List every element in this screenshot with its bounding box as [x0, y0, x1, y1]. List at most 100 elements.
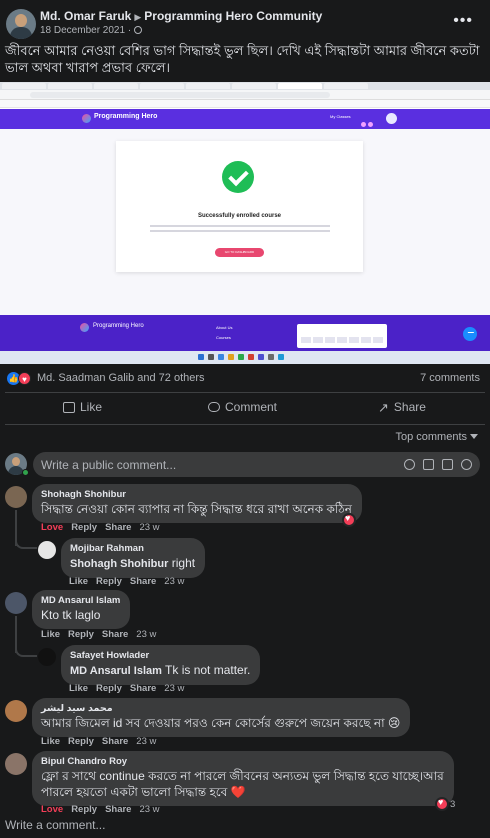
- like-comment-button[interactable]: Like: [41, 629, 60, 640]
- post-author-name[interactable]: Md. Omar Faruk: [40, 9, 131, 23]
- comment-actions: Love Reply Share 23 w: [41, 522, 168, 533]
- post-actions: Like Comment ↗ Share: [0, 398, 490, 420]
- emoji-icon[interactable]: [404, 459, 415, 470]
- reply-button[interactable]: Reply: [68, 736, 94, 747]
- gif-icon[interactable]: [442, 459, 453, 470]
- reply-avatar[interactable]: [38, 648, 56, 666]
- ph-logo-icon: [82, 114, 91, 123]
- reactors-text[interactable]: Md. Saadman Galib and 72 others: [37, 372, 205, 384]
- love-reaction-badge-icon[interactable]: [435, 797, 449, 811]
- reply-text: Shohagh Shohibur right: [70, 556, 195, 572]
- comments-count[interactable]: 7 comments: [420, 372, 480, 384]
- camera-icon[interactable]: [423, 459, 434, 470]
- comment-actions: Like Reply Share 23 w: [41, 736, 164, 747]
- comment-age[interactable]: 23 w: [136, 736, 156, 747]
- commenter-avatar[interactable]: [5, 700, 27, 722]
- comment-bubble: محمد سيد ليشر আমার জিমেল id সব দেওয়ার প…: [32, 698, 411, 737]
- windows-taskbar: [0, 351, 490, 364]
- like-comment-button[interactable]: Like: [69, 683, 88, 694]
- sort-label: Top comments: [395, 431, 467, 443]
- browser-tabs: [0, 82, 490, 90]
- comment-text: সিদ্ধান্ত নেওয়া কোন ব্যাপার না কিন্তু স…: [41, 502, 352, 516]
- comment-input[interactable]: [41, 457, 371, 472]
- reaction-count[interactable]: 3: [450, 799, 455, 810]
- dashboard-button: GO TO DASHBOARD: [215, 248, 264, 257]
- comment-text: Kto tk laglo: [41, 608, 101, 622]
- love-button[interactable]: Love: [41, 804, 63, 815]
- sticker-icon[interactable]: [461, 459, 472, 470]
- share-comment-button[interactable]: Share: [130, 576, 156, 587]
- share-comment-button[interactable]: Share: [105, 804, 131, 815]
- write-comment-link[interactable]: Write a comment...: [5, 818, 105, 832]
- check-circle-icon: [222, 161, 254, 193]
- reply-button[interactable]: Reply: [71, 522, 97, 533]
- ph-brand: Programming Hero: [94, 113, 158, 120]
- group-name[interactable]: Programming Hero Community: [144, 9, 322, 23]
- reply-avatar[interactable]: [38, 541, 56, 559]
- replier-name[interactable]: Safayet Howlader: [70, 650, 250, 661]
- author-avatar[interactable]: [6, 9, 36, 39]
- commenter-name[interactable]: Bipul Chandro Roy: [41, 756, 444, 767]
- payment-methods: [297, 324, 387, 348]
- love-button[interactable]: Love: [41, 522, 63, 533]
- comment-age[interactable]: 23 w: [139, 522, 159, 533]
- ph-main: Successfully enrolled course GO TO DASHB…: [0, 129, 490, 315]
- comment-sort-dropdown[interactable]: Top comments: [395, 431, 478, 443]
- like-comment-button[interactable]: Like: [69, 576, 88, 587]
- share-comment-button[interactable]: Share: [102, 629, 128, 640]
- commenter-name[interactable]: Shohagh Shohibur: [41, 489, 352, 500]
- share-comment-button[interactable]: Share: [105, 522, 131, 533]
- divider: [5, 424, 485, 425]
- enroll-card: Successfully enrolled course GO TO DASHB…: [116, 141, 363, 272]
- comment-age[interactable]: 23 w: [164, 683, 184, 694]
- like-comment-button[interactable]: Like: [41, 736, 60, 747]
- comment-composer[interactable]: [33, 452, 480, 477]
- reply-button[interactable]: Reply: [96, 576, 122, 587]
- reply-button[interactable]: Reply: [96, 683, 122, 694]
- tagged-user[interactable]: Shohagh Shohibur: [70, 558, 168, 570]
- reply-bubble: Safayet Howlader MD Ansarul Islam Tk is …: [61, 645, 261, 685]
- comment-text-line: পারলে হয়তো একটা ভালো সিদ্ধান্ত হবে ❤️: [41, 785, 246, 799]
- ph-nav-icons: [361, 115, 375, 127]
- reply-button[interactable]: Reply: [71, 804, 97, 815]
- share-label: Share: [393, 400, 426, 414]
- reply-body: Tk is not matter.: [165, 663, 251, 677]
- reactions-summary[interactable]: 👍 ♥ Md. Saadman Galib and 72 others 7 co…: [7, 372, 483, 386]
- comment-bubble: Bipul Chandro Roy ফ্লো র সাথে continue ক…: [32, 751, 454, 806]
- comment-label: Comment: [225, 400, 278, 414]
- commenter-avatar[interactable]: [5, 486, 27, 508]
- ph-footer-link: Courses: [216, 335, 231, 340]
- more-options-icon[interactable]: •••: [453, 12, 473, 30]
- reply-actions: Like Reply Share 23 w: [69, 576, 192, 587]
- divider: [5, 392, 485, 393]
- commenter-name[interactable]: محمد سيد ليشر: [41, 703, 400, 714]
- reply-text: MD Ansarul Islam Tk is not matter.: [70, 663, 250, 679]
- post-date[interactable]: 18 December 2021: [40, 25, 125, 36]
- comment-age[interactable]: 23 w: [164, 576, 184, 587]
- like-label: Like: [80, 400, 103, 414]
- reply-button[interactable]: Reply: [68, 629, 94, 640]
- ph-nav-my-classes: My Classes: [330, 114, 351, 119]
- commenter-name[interactable]: MD Ansarul Islam: [41, 595, 120, 606]
- love-reaction-badge-icon[interactable]: [342, 513, 356, 527]
- comment-age[interactable]: 23 w: [139, 804, 159, 815]
- share-comment-button[interactable]: Share: [102, 736, 128, 747]
- post-image[interactable]: Programming Hero My Classes Successfully…: [0, 82, 490, 364]
- globe-icon: [134, 26, 143, 34]
- comment-age[interactable]: 23 w: [136, 629, 156, 640]
- post-text: জীবনে আমার নেওয়া বেশির ভাগ সিদ্ধান্তই ভ…: [5, 43, 480, 75]
- caret-right-icon: ▶: [134, 12, 142, 22]
- comment-button[interactable]: Comment: [208, 400, 277, 414]
- love-reaction-icon: ♥: [18, 372, 31, 385]
- share-button[interactable]: ↗ Share: [378, 400, 426, 416]
- browser-bookmarks: [0, 100, 490, 108]
- post-header: Md. Omar Faruk ▶ Programming Hero Communit…: [0, 0, 490, 40]
- post-meta: 18 December 2021 ·: [40, 25, 143, 36]
- replier-name[interactable]: Mojibar Rahman: [70, 543, 195, 554]
- commenter-avatar[interactable]: [5, 753, 27, 775]
- tagged-user[interactable]: MD Ansarul Islam: [70, 665, 162, 677]
- commenter-avatar[interactable]: [5, 592, 27, 614]
- like-button[interactable]: Like: [63, 400, 102, 414]
- share-comment-button[interactable]: Share: [130, 683, 156, 694]
- thread-connector: [15, 540, 37, 549]
